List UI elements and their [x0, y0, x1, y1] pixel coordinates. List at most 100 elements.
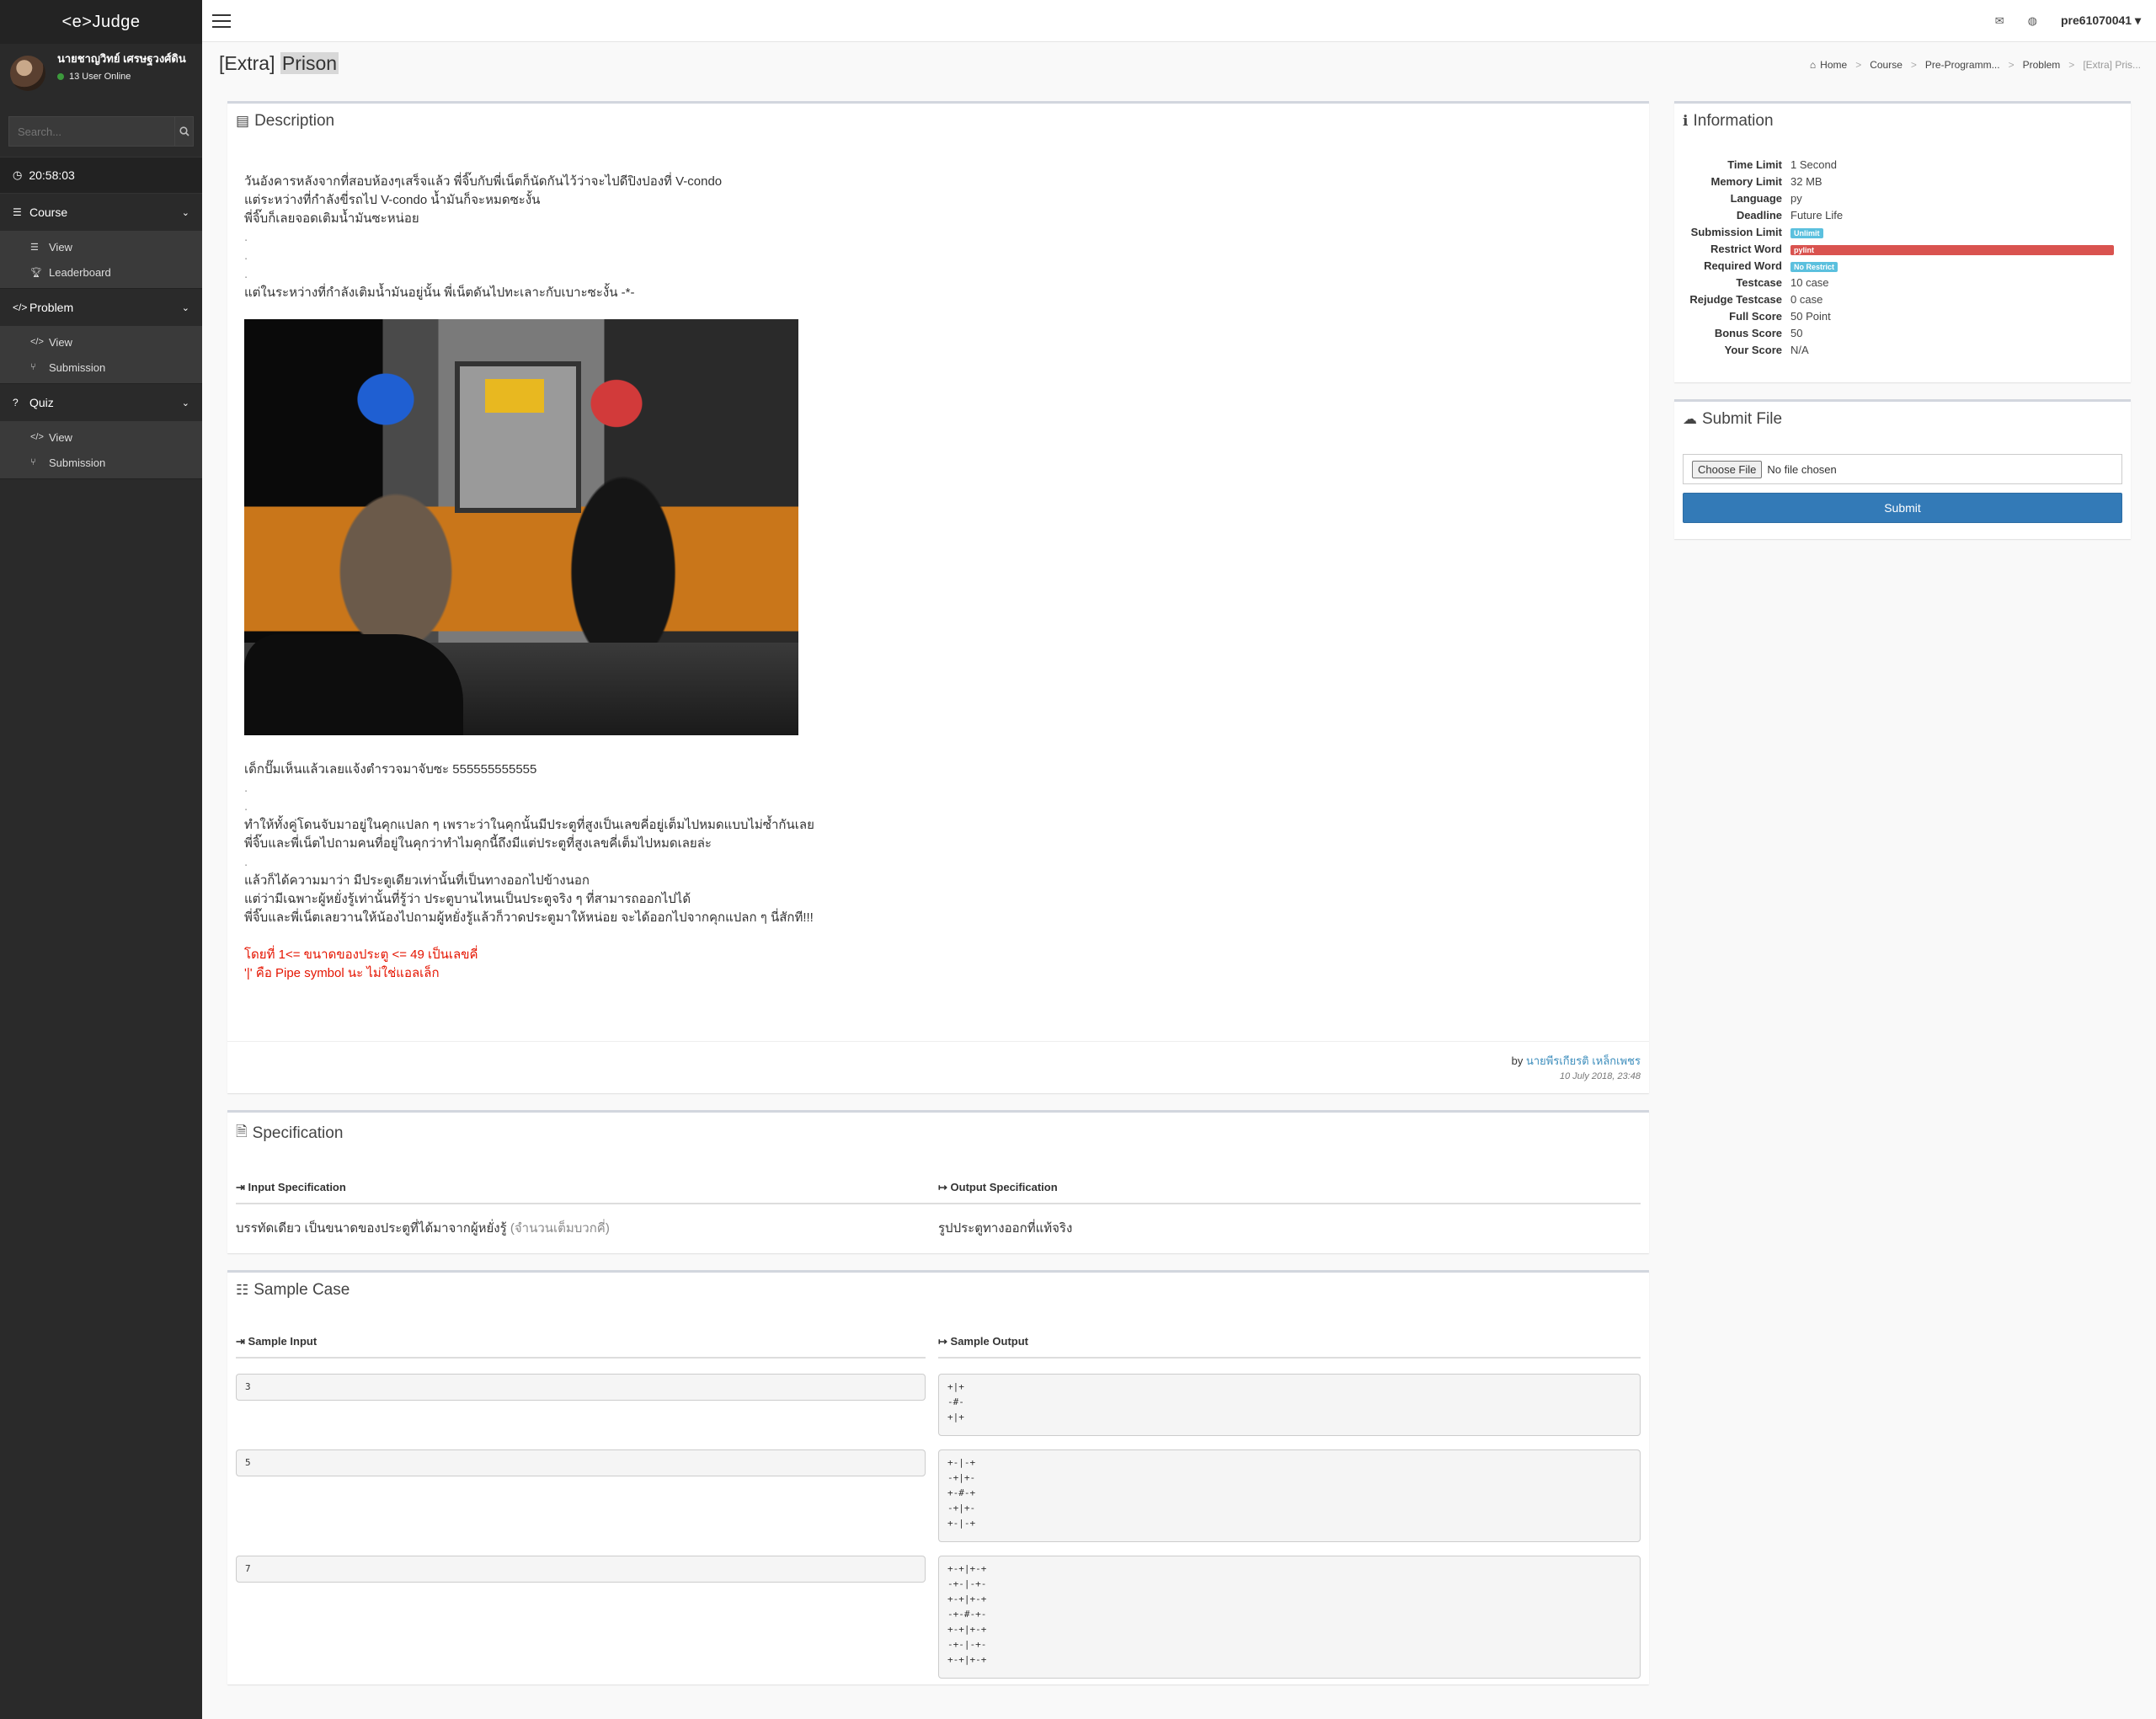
chevron-down-icon: ⌄ [181, 302, 189, 313]
file-icon: 🗎︎ [236, 1124, 248, 1140]
language-value: py [1790, 191, 1802, 205]
user-name: นายชาญวิทย์ เศรษฐวงศ์ดิน [57, 52, 186, 65]
submit-button[interactable]: Submit [1683, 493, 2122, 523]
chevron-down-icon: ⌄ [181, 207, 189, 218]
clock-time: 20:58:03 [29, 168, 75, 182]
sample-input-3: 7 [236, 1556, 926, 1583]
topbar: ✉ ◍ pre61070041 ▾ [202, 0, 2156, 42]
sample-title: Sample Case [253, 1281, 350, 1299]
sidebar-item-quiz-submission[interactable]: ⑂ Submission [0, 450, 202, 475]
cloud-upload-icon: ☁ [1683, 411, 1697, 427]
user-panel: นายชาญวิทย์ เศรษฐวงศ์ดิน 13 User Online [0, 44, 202, 116]
page-title: [Extra] Prison [219, 52, 339, 74]
sample-case-box: ☷ Sample Case ⇥ Sample Input ↦ Sample Ou… [227, 1270, 1649, 1684]
testcase-value: 10 case [1790, 275, 1829, 289]
list-alt-icon: ▤ [236, 113, 250, 129]
specification-title: Specification [252, 1124, 344, 1142]
branch-icon: ⑂ [30, 362, 36, 372]
mail-icon[interactable]: ✉ [1995, 14, 2004, 28]
sidebar-item-problem-view[interactable]: </> View [0, 329, 202, 355]
clock: ◷ 20:58:03 [0, 157, 202, 194]
sign-out-icon: ↦ [938, 1181, 947, 1193]
menu-head-problem[interactable]: </> Problem ⌄ [0, 289, 202, 326]
breadcrumb-course-name[interactable]: Pre-Programm... [1925, 59, 2000, 71]
sample-output-1: +|+ -#- +|+ [938, 1374, 1641, 1436]
menu-label-problem: Problem [29, 301, 74, 314]
input-spec-head: ⇥ Input Specification [236, 1169, 938, 1204]
sign-in-icon: ⇥ [236, 1181, 245, 1193]
online-dot-icon [57, 73, 64, 80]
sidebar-item-quiz-view[interactable]: </> View [0, 424, 202, 450]
deadline-value: Future Life [1790, 208, 1844, 222]
sidebar-item-problem-submission[interactable]: ⑂ Submission [0, 355, 202, 380]
problem-image [244, 319, 798, 735]
your-score-value: N/A [1790, 343, 1809, 356]
breadcrumb-current: [Extra] Pris... [2083, 59, 2141, 71]
branch-icon: ⑂ [30, 457, 36, 467]
memory-limit-value: 32 MB [1790, 174, 1822, 188]
brand-logo[interactable]: <e>Judge [0, 0, 202, 44]
info-icon: ℹ [1683, 113, 1689, 129]
breadcrumb: ⌂ Home > Course > Pre-Programm... > Prob… [1809, 59, 2141, 71]
clock-icon: ◷ [13, 168, 23, 181]
breadcrumb-home[interactable]: Home [1820, 59, 1847, 71]
menu-head-quiz[interactable]: ? Quiz ⌄ [0, 384, 202, 421]
course-icon: ☰ [13, 206, 22, 218]
constraint-text: โดยที่ 1<= ขนาดของประตู <= 49 เป็นเลขคี่ [244, 948, 478, 962]
search-button[interactable] [174, 117, 193, 146]
submit-file-title: Submit File [1702, 410, 1783, 428]
file-input[interactable]: Choose File No file chosen [1683, 454, 2122, 484]
sign-out-icon: ↦ [938, 1335, 947, 1348]
sample-input-head: ⇥ Sample Input [236, 1323, 926, 1359]
search-icon [179, 126, 189, 136]
specification-box: 🗎︎ Specification ⇥ Input Specification บ… [227, 1110, 1649, 1253]
author-link[interactable]: นายพีรเกียรติ เหล็กเพชร [1526, 1054, 1641, 1067]
menu-problem: </> Problem ⌄ </> View ⑂ Submission [0, 289, 202, 384]
avatar [10, 56, 45, 91]
sidebar-item-leaderboard[interactable]: 🏆︎ Leaderboard [0, 259, 202, 285]
user-online-count: 13 User Online [69, 72, 131, 82]
input-spec-text: บรรทัดเดียว เป็นขนาดของประตูที่ได้มาจากผ… [236, 1221, 610, 1236]
code-icon: </> [13, 302, 28, 313]
bonus-score-value: 50 [1790, 326, 1803, 339]
menu-head-course[interactable]: ☰ Course ⌄ [0, 194, 202, 231]
time-limit-value: 1 Second [1790, 157, 1837, 171]
description-footer: by นายพีรเกียรติ เหล็กเพชร 10 July 2018,… [227, 1041, 1649, 1093]
submit-file-box: ☁ Submit File Choose File No file chosen… [1674, 399, 2131, 539]
sample-output-3: +-+|+-+ -+-|-+- +-+|+-+ -+-#-+- +-+|+-+ … [938, 1556, 1641, 1679]
sample-input-1: 3 [236, 1374, 926, 1401]
sample-output-head: ↦ Sample Output [938, 1323, 1641, 1359]
sidebar: <e>Judge นายชาญวิทย์ เศรษฐวงศ์ดิน 13 Use… [0, 0, 202, 1719]
menu-label-course: Course [29, 206, 68, 219]
choose-file-button[interactable]: Choose File [1692, 460, 1763, 478]
output-spec-head: ↦ Output Specification [938, 1169, 1641, 1204]
search-input[interactable] [9, 117, 174, 146]
user-menu[interactable]: pre61070041 ▾ [2061, 13, 2141, 28]
post-date: 10 July 2018, 23:48 [1559, 1071, 1641, 1081]
pipe-note: '|' คือ Pipe symbol นะ ไม่ใช่แอลเล็ก [244, 966, 440, 980]
list-icon: ☰ [30, 242, 39, 253]
information-table: Time Limit 1 Second Memory Limit 32 MB Lan… [1683, 156, 2131, 358]
home-icon: ⌂ [1809, 59, 1817, 71]
chevron-down-icon: ⌄ [181, 398, 189, 408]
menu-course: ☰ Course ⌄ ☰ View 🏆︎ Leaderboard [0, 194, 202, 289]
description-box: ▤ Description วันอังคารหลังจากที่สอบห้อง… [227, 101, 1649, 1093]
menu-toggle-icon[interactable] [212, 13, 231, 28]
sample-output-2: +-|-+ -+|+- +-#-+ -+|+- +-|-+ [938, 1449, 1641, 1542]
sidebar-search [8, 116, 194, 147]
sign-in-icon: ⇥ [236, 1335, 245, 1348]
trophy-icon: 🏆︎ [30, 267, 42, 278]
breadcrumb-problem[interactable]: Problem [2023, 59, 2061, 71]
description-title: Description [254, 112, 335, 130]
information-box: ℹ Information Time Limit 1 Second Memory … [1674, 101, 2131, 382]
file-status: No file chosen [1767, 462, 1837, 476]
description-body: วันอังคารหลังจากที่สอบห้องๆเสร็จแล้ว พี่… [227, 139, 1649, 983]
code-icon: </> [30, 432, 44, 442]
full-score-value: 50 Point [1790, 309, 1831, 323]
breadcrumb-course[interactable]: Course [1870, 59, 1903, 71]
restrict-word-badge: pylint [1790, 244, 2114, 255]
sidebar-item-course-view[interactable]: ☰ View [0, 234, 202, 259]
code-icon: </> [30, 337, 44, 347]
globe-icon[interactable]: ◍ [2028, 14, 2037, 28]
required-word-badge: No Restrict [1790, 261, 1838, 272]
